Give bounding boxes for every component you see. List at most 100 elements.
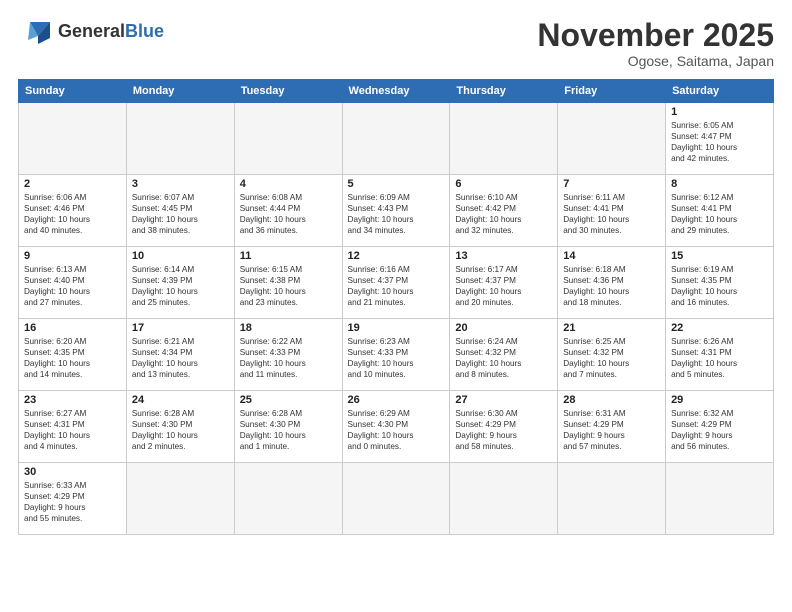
- calendar-week-row: 2 Sunrise: 6:06 AM Sunset: 4:46 PM Daylig…: [19, 175, 774, 247]
- day-info: Sunrise: 6:10 AM Sunset: 4:42 PM Dayligh…: [455, 192, 552, 236]
- day-number: 24: [132, 394, 229, 406]
- day-info: Sunrise: 6:28 AM Sunset: 4:30 PM Dayligh…: [132, 408, 229, 452]
- calendar-cell: 23Sunrise: 6:27 AM Sunset: 4:31 PM Dayli…: [19, 391, 127, 463]
- calendar-week-row: 1 Sunrise: 6:05 AM Sunset: 4:47 PM Daylig…: [19, 103, 774, 175]
- day-number: 1: [671, 106, 768, 118]
- title-block: November 2025 Ogose, Saitama, Japan: [537, 18, 774, 69]
- day-info: Sunrise: 6:28 AM Sunset: 4:30 PM Dayligh…: [240, 408, 337, 452]
- day-number: 4: [240, 178, 337, 190]
- calendar-cell: 3 Sunrise: 6:07 AM Sunset: 4:45 PM Daylig…: [126, 175, 234, 247]
- day-number: 28: [563, 394, 660, 406]
- weekday-header-friday: Friday: [558, 80, 666, 103]
- calendar-week-row: 23Sunrise: 6:27 AM Sunset: 4:31 PM Dayli…: [19, 391, 774, 463]
- calendar-cell: 7 Sunrise: 6:11 AM Sunset: 4:41 PM Daylig…: [558, 175, 666, 247]
- day-info: Sunrise: 6:29 AM Sunset: 4:30 PM Dayligh…: [348, 408, 445, 452]
- day-info: Sunrise: 6:17 AM Sunset: 4:37 PM Dayligh…: [455, 264, 552, 308]
- calendar-cell: 8 Sunrise: 6:12 AM Sunset: 4:41 PM Daylig…: [666, 175, 774, 247]
- calendar-cell: 26 Sunrise: 6:29 AM Sunset: 4:30 PM Dayli…: [342, 391, 450, 463]
- weekday-header-monday: Monday: [126, 80, 234, 103]
- calendar-cell: 14 Sunrise: 6:18 AM Sunset: 4:36 PM Dayli…: [558, 247, 666, 319]
- day-info: Sunrise: 6:26 AM Sunset: 4:31 PM Dayligh…: [671, 336, 768, 380]
- calendar-cell: 4 Sunrise: 6:08 AM Sunset: 4:44 PM Daylig…: [234, 175, 342, 247]
- calendar-cell: 29 Sunrise: 6:32 AM Sunset: 4:29 PM Dayli…: [666, 391, 774, 463]
- calendar-cell: 27 Sunrise: 6:30 AM Sunset: 4:29 PM Dayli…: [450, 391, 558, 463]
- day-info: Sunrise: 6:14 AM Sunset: 4:39 PM Dayligh…: [132, 264, 229, 308]
- day-number: 22: [671, 322, 768, 334]
- day-number: 27: [455, 394, 552, 406]
- day-number: 17: [132, 322, 229, 334]
- day-info: Sunrise: 6:18 AM Sunset: 4:36 PM Dayligh…: [563, 264, 660, 308]
- day-number: 30: [24, 466, 121, 478]
- day-number: 29: [671, 394, 768, 406]
- day-number: 13: [455, 250, 552, 262]
- calendar-cell: 18Sunrise: 6:22 AM Sunset: 4:33 PM Dayli…: [234, 319, 342, 391]
- calendar-week-row: 30 Sunrise: 6:33 AM Sunset: 4:29 PM Dayli…: [19, 463, 774, 535]
- calendar-cell: [558, 103, 666, 175]
- day-number: 12: [348, 250, 445, 262]
- calendar-cell: [126, 463, 234, 535]
- day-info: Sunrise: 6:21 AM Sunset: 4:34 PM Dayligh…: [132, 336, 229, 380]
- calendar-cell: [450, 103, 558, 175]
- calendar-cell: 2 Sunrise: 6:06 AM Sunset: 4:46 PM Daylig…: [19, 175, 127, 247]
- calendar-cell: 25 Sunrise: 6:28 AM Sunset: 4:30 PM Dayli…: [234, 391, 342, 463]
- calendar-cell: [342, 103, 450, 175]
- day-number: 14: [563, 250, 660, 262]
- day-info: Sunrise: 6:06 AM Sunset: 4:46 PM Dayligh…: [24, 192, 121, 236]
- day-number: 21: [563, 322, 660, 334]
- day-number: 26: [348, 394, 445, 406]
- calendar-cell: [234, 463, 342, 535]
- day-info: Sunrise: 6:16 AM Sunset: 4:37 PM Dayligh…: [348, 264, 445, 308]
- day-number: 5: [348, 178, 445, 190]
- calendar-cell: [19, 103, 127, 175]
- calendar-cell: [342, 463, 450, 535]
- calendar-cell: 15Sunrise: 6:19 AM Sunset: 4:35 PM Dayli…: [666, 247, 774, 319]
- day-info: Sunrise: 6:25 AM Sunset: 4:32 PM Dayligh…: [563, 336, 660, 380]
- day-info: Sunrise: 6:20 AM Sunset: 4:35 PM Dayligh…: [24, 336, 121, 380]
- logo-text: GeneralBlue: [58, 22, 164, 42]
- day-number: 8: [671, 178, 768, 190]
- calendar-cell: 12 Sunrise: 6:16 AM Sunset: 4:37 PM Dayli…: [342, 247, 450, 319]
- day-info: Sunrise: 6:23 AM Sunset: 4:33 PM Dayligh…: [348, 336, 445, 380]
- logo-blue: Blue: [125, 21, 164, 41]
- calendar-cell: 6 Sunrise: 6:10 AM Sunset: 4:42 PM Daylig…: [450, 175, 558, 247]
- day-info: Sunrise: 6:13 AM Sunset: 4:40 PM Dayligh…: [24, 264, 121, 308]
- day-info: Sunrise: 6:11 AM Sunset: 4:41 PM Dayligh…: [563, 192, 660, 236]
- calendar-cell: 1 Sunrise: 6:05 AM Sunset: 4:47 PM Daylig…: [666, 103, 774, 175]
- day-info: Sunrise: 6:30 AM Sunset: 4:29 PM Dayligh…: [455, 408, 552, 452]
- calendar-cell: 9 Sunrise: 6:13 AM Sunset: 4:40 PM Daylig…: [19, 247, 127, 319]
- calendar-cell: 24 Sunrise: 6:28 AM Sunset: 4:30 PM Dayli…: [126, 391, 234, 463]
- day-info: Sunrise: 6:05 AM Sunset: 4:47 PM Dayligh…: [671, 120, 768, 164]
- calendar-cell: 5Sunrise: 6:09 AM Sunset: 4:43 PM Daylig…: [342, 175, 450, 247]
- calendar-cell: [450, 463, 558, 535]
- calendar-week-row: 9 Sunrise: 6:13 AM Sunset: 4:40 PM Daylig…: [19, 247, 774, 319]
- calendar-cell: 16 Sunrise: 6:20 AM Sunset: 4:35 PM Dayli…: [19, 319, 127, 391]
- weekday-header-wednesday: Wednesday: [342, 80, 450, 103]
- calendar-cell: 13 Sunrise: 6:17 AM Sunset: 4:37 PM Dayli…: [450, 247, 558, 319]
- day-number: 7: [563, 178, 660, 190]
- day-number: 16: [24, 322, 121, 334]
- calendar-cell: [666, 463, 774, 535]
- day-number: 6: [455, 178, 552, 190]
- day-number: 2: [24, 178, 121, 190]
- day-info: Sunrise: 6:32 AM Sunset: 4:29 PM Dayligh…: [671, 408, 768, 452]
- calendar-week-row: 16 Sunrise: 6:20 AM Sunset: 4:35 PM Dayli…: [19, 319, 774, 391]
- weekday-header-sunday: Sunday: [19, 80, 127, 103]
- day-info: Sunrise: 6:33 AM Sunset: 4:29 PM Dayligh…: [24, 480, 121, 524]
- day-number: 20: [455, 322, 552, 334]
- day-number: 3: [132, 178, 229, 190]
- month-title: November 2025: [537, 18, 774, 53]
- day-info: Sunrise: 6:08 AM Sunset: 4:44 PM Dayligh…: [240, 192, 337, 236]
- day-info: Sunrise: 6:31 AM Sunset: 4:29 PM Dayligh…: [563, 408, 660, 452]
- weekday-header-row: SundayMondayTuesdayWednesdayThursdayFrid…: [19, 80, 774, 103]
- calendar-cell: 11Sunrise: 6:15 AM Sunset: 4:38 PM Dayli…: [234, 247, 342, 319]
- day-info: Sunrise: 6:12 AM Sunset: 4:41 PM Dayligh…: [671, 192, 768, 236]
- day-number: 9: [24, 250, 121, 262]
- day-info: Sunrise: 6:24 AM Sunset: 4:32 PM Dayligh…: [455, 336, 552, 380]
- day-info: Sunrise: 6:07 AM Sunset: 4:45 PM Dayligh…: [132, 192, 229, 236]
- day-number: 11: [240, 250, 337, 262]
- day-number: 18: [240, 322, 337, 334]
- day-number: 25: [240, 394, 337, 406]
- day-number: 15: [671, 250, 768, 262]
- day-number: 23: [24, 394, 121, 406]
- weekday-header-thursday: Thursday: [450, 80, 558, 103]
